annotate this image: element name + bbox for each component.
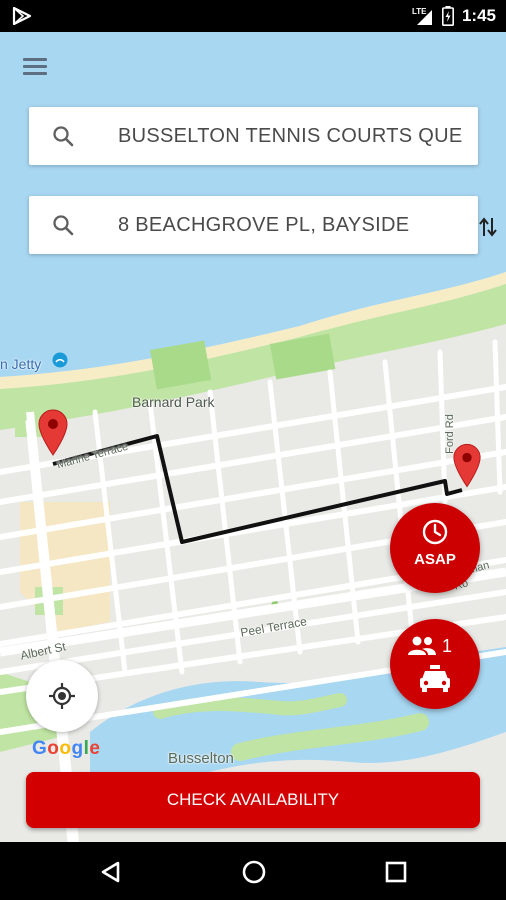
play-store-icon [12,7,32,25]
dropoff-search-value[interactable]: 8 BEACHGROVE PL, BAYSIDE [118,196,468,254]
lte-signal-icon: LTE [412,7,432,25]
locate-button[interactable] [26,660,98,732]
pickup-search-field[interactable]: BUSSELTON TENNIS COURTS QUE [29,107,478,165]
status-bar: LTE 1:45 [0,0,506,32]
passengers-button[interactable]: 1 [390,619,480,709]
dropoff-search-field[interactable]: 8 BEACHGROVE PL, BAYSIDE [29,196,478,254]
taxi-icon [420,665,450,692]
hamburger-line [23,65,47,68]
hamburger-line [23,72,47,75]
google-logo: Google [32,738,101,759]
home-circle-icon[interactable] [237,855,271,889]
recents-square-icon[interactable] [379,855,413,889]
battery-icon [441,6,454,26]
map-view[interactable]: n Jetty Barnard Park Marine Terrace Ford… [0,32,506,842]
clock-icon [422,519,448,545]
hamburger-menu-icon [23,58,47,61]
status-time: 1:45 [461,6,496,25]
asap-label: ASAP [414,551,456,568]
asap-button[interactable]: ASAP [390,503,480,593]
pickup-search-value[interactable]: BUSSELTON TENNIS COURTS QUE [118,107,468,165]
swap-vertical-icon[interactable] [478,216,498,238]
map-label-jetty: n Jetty [0,356,42,372]
people-icon [408,636,436,655]
search-icon [53,215,74,236]
map-label-barnard-park: Barnard Park [132,394,215,410]
pickup-pin-icon[interactable] [37,408,69,456]
jetty-icon [52,352,68,368]
check-availability-button[interactable]: CHECK AVAILABILITY [26,772,480,828]
dropoff-pin-icon[interactable] [452,442,482,488]
svg-text:LTE: LTE [412,7,427,16]
navigation-bar [0,842,506,900]
map-label-busselton: Busselton [168,750,234,767]
my-location-icon [49,683,75,709]
back-triangle-icon[interactable] [94,855,128,889]
menu-button[interactable] [16,52,54,82]
passenger-count: 1 [442,636,453,656]
search-icon [53,126,74,147]
